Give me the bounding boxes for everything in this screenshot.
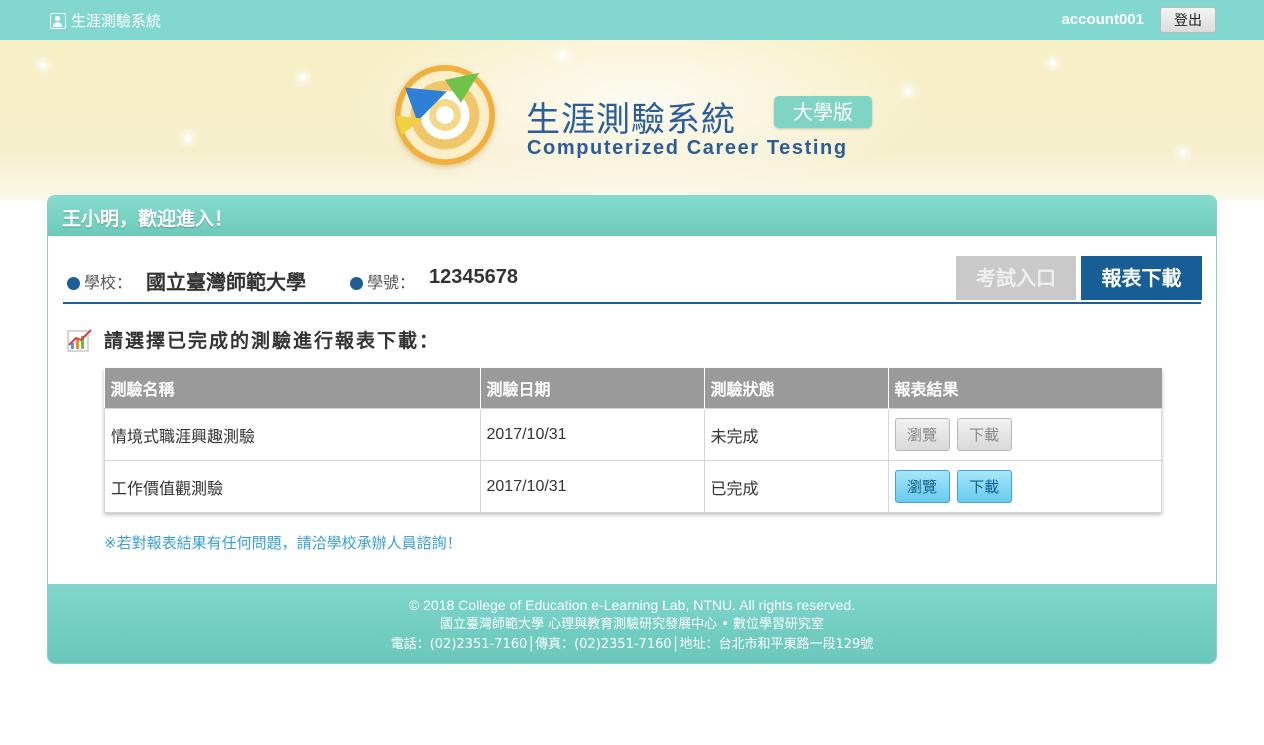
app-title: 生涯測驗系統 (71, 12, 162, 30)
bullet-icon (350, 277, 363, 290)
test-status-cell: 未完成 (703, 408, 889, 461)
top-bar: 生涯測驗系統 account001 登出 (0, 0, 1264, 40)
table-row: 情境式職涯興趣測驗 2017/10/31 未完成 瀏覽 下載 (104, 408, 1162, 461)
edition-badge: 大學版 (774, 96, 872, 128)
bullet-icon (67, 277, 80, 290)
main-panel: 王小明，歡迎進入！ 學校： 國立臺灣師範大學 學號： 12345678 考試入口… (47, 195, 1217, 664)
welcome-message: 王小明，歡迎進入！ (62, 208, 234, 230)
sparkle-icon (300, 75, 306, 81)
column-header-name: 測驗名稱 (104, 368, 481, 409)
copyright-text: © 2018 College of Education e-Learning L… (408, 597, 856, 613)
school-value: 國立臺灣師範大學 (146, 270, 306, 294)
column-header-status: 測驗狀態 (704, 368, 889, 409)
download-button[interactable]: 下載 (956, 470, 1012, 503)
test-name-cell: 情境式職涯興趣測驗 (104, 408, 481, 461)
sparkle-icon (40, 62, 46, 68)
sparkle-icon (185, 135, 191, 141)
help-note: ※若對報表結果有任何問題，請洽學校承辦人員諮詢！ (104, 534, 462, 552)
panel-header: 王小明，歡迎進入！ (48, 196, 1216, 236)
test-name-cell: 工作價值觀測驗 (104, 460, 481, 513)
view-button[interactable]: 瀏覽 (894, 418, 950, 451)
contact-text: 電話：(02)2351-7160│傳真：(02)2351-7160│地址：台北市… (390, 637, 874, 652)
school-label: 學校： (67, 269, 132, 293)
system-subtitle: Computerized Career Testing (527, 137, 848, 159)
report-actions-cell: 瀏覽 下載 (887, 408, 1162, 461)
sparkle-icon (1050, 60, 1056, 66)
download-button[interactable]: 下載 (956, 418, 1012, 451)
report-download-button[interactable]: 報表下載 (1081, 256, 1202, 300)
table-header-row: 測驗名稱 測驗日期 測驗狀態 報表結果 (104, 368, 1162, 409)
student-id-label: 學號： (350, 269, 415, 293)
school-label-text: 學校： (84, 273, 133, 292)
user-portrait-icon (50, 12, 66, 29)
student-info-row: 學校： 國立臺灣師範大學 學號： 12345678 考試入口 報表下載 (63, 256, 1202, 304)
logout-button[interactable]: 登出 (1160, 7, 1216, 33)
report-actions-cell: 瀏覽 下載 (887, 460, 1162, 513)
student-id-label-text: 學號： (367, 273, 416, 292)
test-status-cell: 已完成 (703, 460, 889, 513)
footer: © 2018 College of Education e-Learning L… (48, 584, 1216, 663)
student-id-value: 12345678 (429, 266, 518, 288)
instruction-row: 請選擇已完成的測驗進行報表下載： (66, 326, 440, 353)
sparkle-icon (905, 88, 911, 94)
chart-report-icon (67, 328, 92, 352)
organization-text: 國立臺灣師範大學 心理與教育測驗研究發展中心 • 數位學習研究室 (439, 617, 825, 632)
app-brand[interactable]: 生涯測驗系統 (50, 10, 161, 31)
hero-banner: 生涯測驗系統 大學版 Computerized Career Testing (0, 40, 1264, 200)
system-title: 生涯測驗系統 (526, 100, 736, 140)
instruction-text: 請選擇已完成的測驗進行報表下載： (104, 330, 441, 352)
test-date-cell: 2017/10/31 (479, 408, 705, 461)
sparkle-icon (1180, 150, 1186, 156)
exam-entry-button[interactable]: 考試入口 (956, 256, 1076, 300)
column-header-date: 測驗日期 (480, 368, 705, 409)
table-row: 工作價值觀測驗 2017/10/31 已完成 瀏覽 下載 (104, 460, 1162, 513)
column-header-report: 報表結果 (888, 368, 1162, 409)
test-results-table: 測驗名稱 測驗日期 測驗狀態 報表結果 情境式職涯興趣測驗 2017/10/31… (104, 368, 1162, 513)
view-button[interactable]: 瀏覽 (894, 470, 950, 503)
account-name: account001 (1061, 11, 1144, 28)
sparkle-icon (560, 52, 566, 58)
test-date-cell: 2017/10/31 (479, 460, 705, 513)
